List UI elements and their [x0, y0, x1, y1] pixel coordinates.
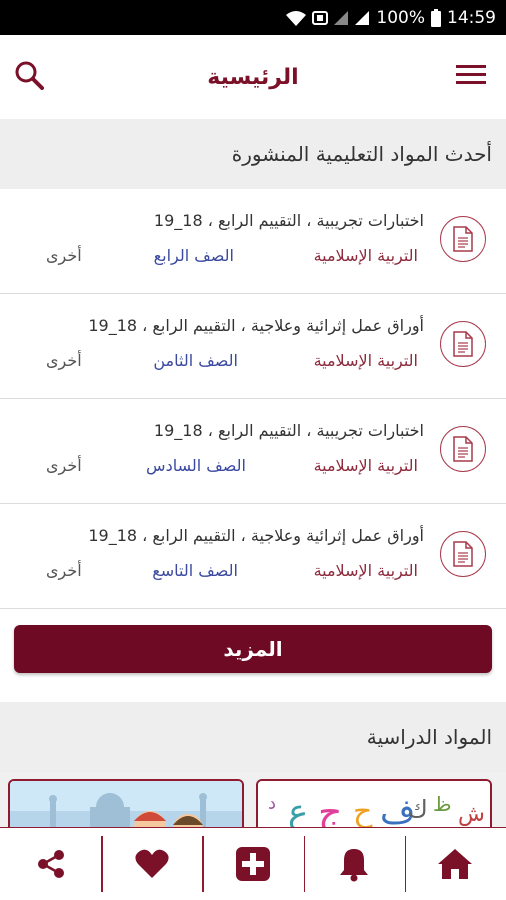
svg-text:ح: ح: [353, 794, 373, 828]
list-item[interactable]: اختبارات تجريبية ، التقييم الرابع ، 18_1…: [0, 189, 506, 294]
item-category: أخرى: [46, 351, 82, 370]
subjects-header: المواد الدراسية: [0, 702, 506, 772]
svg-text:ك: ك: [408, 795, 428, 823]
item-title: اختبارات تجريبية ، التقييم الرابع ، 18_1…: [153, 211, 424, 230]
list-item[interactable]: اختبارات تجريبية ، التقييم الرابع ، 18_1…: [0, 399, 506, 504]
bottom-navigation: [0, 827, 506, 900]
subject-card-islamic[interactable]: [8, 779, 244, 828]
item-subject: التربية الإسلامية: [313, 456, 418, 475]
svg-text:ج: ج: [318, 790, 343, 828]
item-category: أخرى: [46, 561, 82, 580]
hamburger-menu-icon: [456, 65, 486, 84]
heart-icon: [135, 849, 169, 878]
battery-percent: 100%: [376, 7, 425, 28]
list-item[interactable]: أوراق عمل إثرائية وعلاجية ، التقييم الرا…: [0, 294, 506, 399]
item-title: أوراق عمل إثرائية وعلاجية ، التقييم الرا…: [88, 526, 424, 545]
latest-materials-title: أحدث المواد التعليمية المنشورة: [231, 142, 492, 166]
materials-list: اختبارات تجريبية ، التقييم الرابع ، 18_1…: [0, 189, 506, 609]
item-grade: الصف السادس: [146, 456, 246, 475]
document-icon: [440, 216, 486, 262]
svg-text:د: د: [268, 793, 276, 814]
home-icon: [438, 849, 473, 879]
kids-mosque-image: [10, 781, 242, 828]
list-item[interactable]: أوراق عمل إثرائية وعلاجية ، التقييم الرا…: [0, 504, 506, 609]
page-title: الرئيسية: [207, 64, 299, 90]
bell-icon: [340, 849, 369, 882]
item-title: اختبارات تجريبية ، التقييم الرابع ، 18_1…: [153, 421, 424, 440]
clock: 14:59: [447, 7, 496, 28]
item-subject: التربية الإسلامية: [313, 561, 418, 580]
nav-notifications[interactable]: [303, 828, 405, 900]
nav-favorites[interactable]: [101, 828, 202, 900]
subjects-title: المواد الدراسية: [366, 725, 492, 749]
svg-text:ظ: ظ: [433, 792, 452, 816]
more-button[interactable]: المزيد: [14, 625, 492, 673]
item-grade: الصف الرابع: [153, 246, 234, 265]
item-title: أوراق عمل إثرائية وعلاجية ، التقييم الرا…: [88, 316, 424, 335]
nav-home[interactable]: [404, 828, 506, 900]
subject-card-arabic[interactable]: ع ج ح ف ك ظ د ش: [256, 779, 492, 828]
search-icon: [15, 61, 44, 90]
signal-icon-2: [355, 10, 370, 25]
item-category: أخرى: [46, 246, 82, 265]
add-icon: [236, 847, 270, 881]
item-subject: التربية الإسلامية: [313, 351, 418, 370]
app-bar: الرئيسية: [0, 35, 506, 119]
svg-text:ع: ع: [288, 792, 308, 828]
wifi-icon: [286, 10, 307, 26]
item-grade: الصف الثامن: [153, 351, 238, 370]
status-icons: [285, 10, 370, 26]
item-grade: الصف التاسع: [152, 561, 238, 580]
document-icon: [440, 426, 486, 472]
status-bar: 100% 14:59: [0, 0, 506, 35]
more-section: المزيد: [0, 609, 506, 702]
nav-add[interactable]: [202, 828, 303, 900]
arabic-letters-image: ع ج ح ف ك ظ د ش: [258, 781, 490, 828]
cast-icon: [312, 10, 329, 25]
signal-icon: [334, 10, 349, 25]
menu-button[interactable]: [456, 63, 486, 91]
item-category: أخرى: [46, 456, 82, 475]
document-icon: [440, 321, 486, 367]
latest-materials-header: أحدث المواد التعليمية المنشورة: [0, 119, 506, 189]
subject-cards: ع ج ح ف ك ظ د ش: [0, 772, 506, 828]
search-button[interactable]: [14, 60, 44, 94]
document-icon: [440, 531, 486, 577]
share-icon: [37, 850, 64, 878]
nav-share[interactable]: [0, 828, 101, 900]
item-subject: التربية الإسلامية: [313, 246, 418, 265]
svg-text:ش: ش: [458, 802, 485, 827]
battery-icon: [431, 8, 441, 27]
